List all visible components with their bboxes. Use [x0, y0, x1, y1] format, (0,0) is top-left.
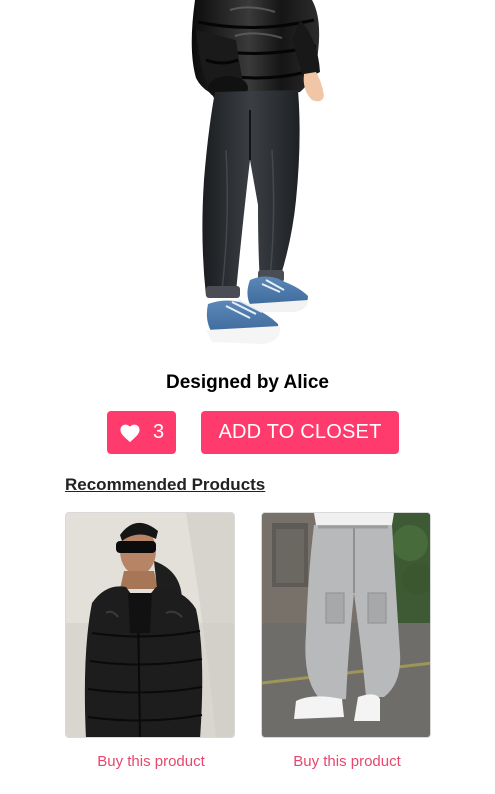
avatar-render — [0, 0, 495, 355]
grey-cargo-pants-photo — [262, 513, 430, 737]
black-puffer-jacket-photo — [66, 513, 234, 737]
like-count: 3 — [152, 421, 165, 443]
designer-credit: Designed by Alice — [166, 372, 329, 393]
add-to-closet-button[interactable]: ADD TO CLOSET — [201, 411, 399, 454]
product-image-puffer-jacket[interactable] — [65, 512, 235, 738]
product-image-cargo-pants[interactable] — [261, 512, 431, 738]
like-button[interactable]: 3 — [107, 411, 176, 454]
heart-icon — [120, 424, 140, 442]
recommended-products-heading: Recommended Products — [65, 475, 266, 494]
outfit-detail-page: Designed by Alice 3 ADD TO CLOSET Recomm… — [0, 0, 495, 794]
buy-product-link-1[interactable]: Buy this product — [66, 753, 236, 770]
buy-product-link-2[interactable]: Buy this product — [262, 753, 432, 770]
